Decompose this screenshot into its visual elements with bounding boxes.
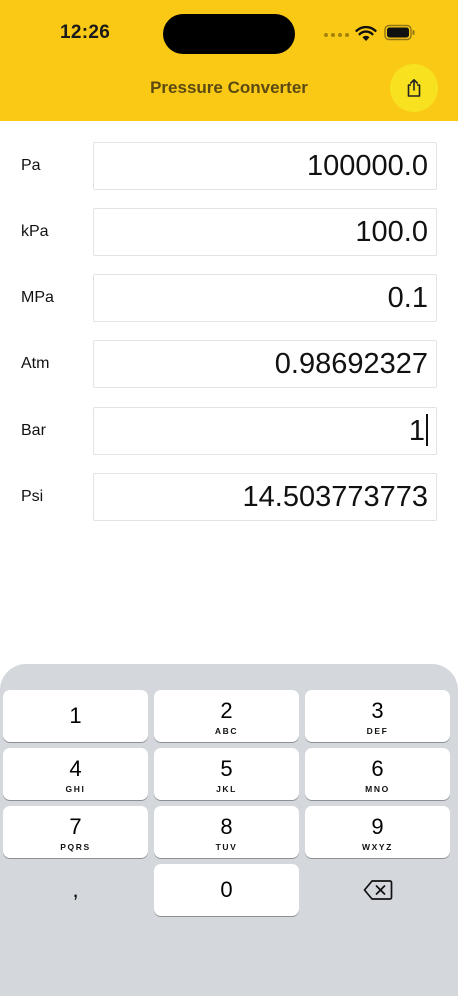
unit-label-psi: Psi xyxy=(21,488,44,505)
value-text-mpa: 0.1 xyxy=(387,282,428,314)
value-field-psi[interactable]: 14.503773773 xyxy=(93,473,437,521)
wifi-icon xyxy=(355,25,377,41)
key-8-letters: TUV xyxy=(215,842,238,852)
key-7-digit: 7 xyxy=(69,814,82,839)
text-cursor xyxy=(426,414,428,447)
row-pa: Pa 100000.0 xyxy=(0,142,458,190)
key-3[interactable]: 3 DEF xyxy=(305,690,450,742)
key-comma[interactable]: , xyxy=(3,864,148,916)
header-bar: 12:26 Pressure Converter xyxy=(0,0,458,121)
key-0-digit: 0 xyxy=(220,877,233,902)
status-time: 12:26 xyxy=(60,22,111,43)
key-6-digit: 6 xyxy=(371,756,384,781)
key-3-letters: DEF xyxy=(366,726,389,736)
dynamic-island xyxy=(163,14,295,54)
key-6[interactable]: 6 MNO xyxy=(305,748,450,800)
backspace-icon xyxy=(363,880,392,900)
key-6-letters: MNO xyxy=(365,784,390,794)
key-4[interactable]: 4 GHI xyxy=(3,748,148,800)
key-2[interactable]: 2 ABC xyxy=(154,690,299,742)
row-atm: Atm 0.98692327 xyxy=(0,340,458,388)
unit-label-mpa: MPa xyxy=(21,289,54,306)
unit-label-pa: Pa xyxy=(21,157,41,174)
key-7[interactable]: 7 PQRS xyxy=(3,806,148,858)
share-button[interactable] xyxy=(390,64,438,112)
value-text-psi: 14.503773773 xyxy=(242,481,428,513)
signal-icon xyxy=(324,33,349,37)
key-4-digit: 4 xyxy=(69,756,82,781)
key-1-digit: 1 xyxy=(69,703,82,728)
row-psi: Psi 14.503773773 xyxy=(0,473,458,521)
row-bar: Bar 1 xyxy=(0,407,458,455)
value-text-bar: 1 xyxy=(408,415,425,447)
key-5-letters: JKL xyxy=(216,784,237,794)
key-7-letters: PQRS xyxy=(60,842,91,852)
key-0[interactable]: 0 xyxy=(154,864,299,916)
key-4-letters: GHI xyxy=(65,784,86,794)
value-field-kpa[interactable]: 100.0 xyxy=(93,208,437,256)
unit-label-kpa: kPa xyxy=(21,223,49,240)
key-9-digit: 9 xyxy=(371,814,384,839)
value-field-atm[interactable]: 0.98692327 xyxy=(93,340,437,388)
key-2-digit: 2 xyxy=(220,698,233,723)
value-field-pa[interactable]: 100000.0 xyxy=(93,142,437,190)
value-text-pa: 100000.0 xyxy=(307,150,428,182)
key-9[interactable]: 9 WXYZ xyxy=(305,806,450,858)
numeric-keypad: 1 2 ABC 3 DEF 4 GHI 5 JKL 6 MNO 7 PQRS 8… xyxy=(0,664,458,996)
share-icon xyxy=(407,79,421,97)
key-5[interactable]: 5 JKL xyxy=(154,748,299,800)
battery-icon xyxy=(384,24,415,41)
unit-label-bar: Bar xyxy=(21,422,46,439)
key-8[interactable]: 8 TUV xyxy=(154,806,299,858)
value-text-kpa: 100.0 xyxy=(355,216,428,248)
key-9-letters: WXYZ xyxy=(362,842,393,852)
unit-label-atm: Atm xyxy=(21,355,50,372)
value-text-atm: 0.98692327 xyxy=(274,348,428,380)
value-field-bar[interactable]: 1 xyxy=(93,407,437,455)
key-2-letters: ABC xyxy=(214,726,239,736)
row-mpa: MPa 0.1 xyxy=(0,274,458,322)
key-comma-label: , xyxy=(72,877,79,902)
value-field-mpa[interactable]: 0.1 xyxy=(93,274,437,322)
row-kpa: kPa 100.0 xyxy=(0,208,458,256)
key-3-digit: 3 xyxy=(371,698,384,723)
key-5-digit: 5 xyxy=(220,756,233,781)
delete-key[interactable] xyxy=(305,864,450,916)
key-1[interactable]: 1 xyxy=(3,690,148,742)
key-8-digit: 8 xyxy=(220,814,233,839)
